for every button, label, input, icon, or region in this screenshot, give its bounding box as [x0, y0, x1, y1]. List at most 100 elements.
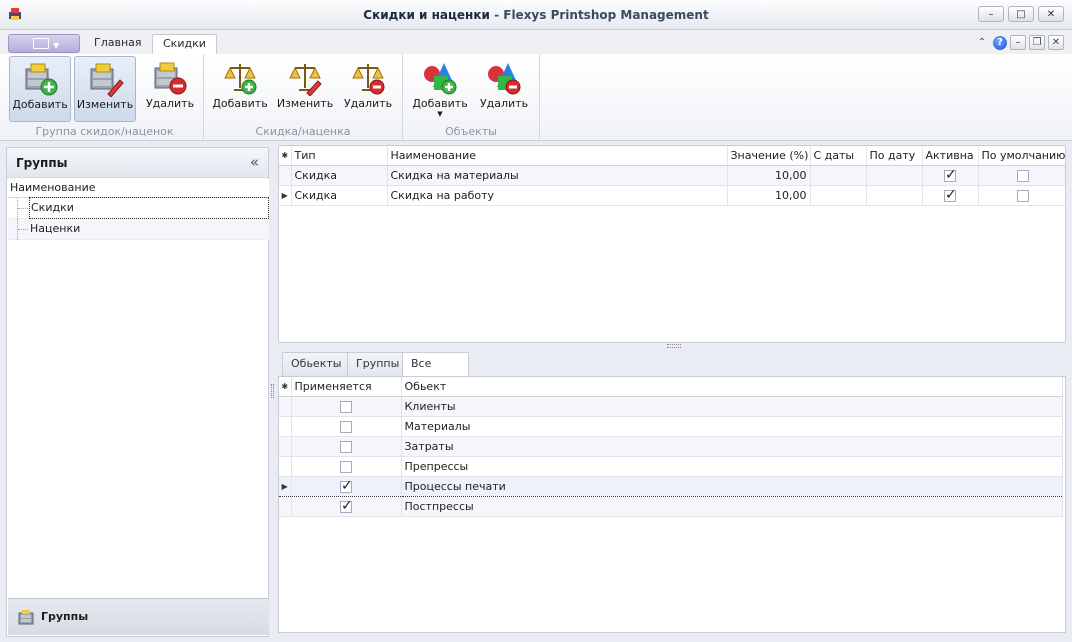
- cell-to-date[interactable]: [866, 185, 923, 206]
- help-icon[interactable]: ?: [993, 35, 1007, 50]
- scales-delete-icon: [352, 64, 385, 95]
- applied-checkbox[interactable]: [340, 478, 353, 494]
- current-row-indicator-icon: ▶: [279, 475, 292, 497]
- edit-group-label: Изменить: [76, 98, 134, 111]
- shapes-add-icon: [424, 63, 457, 95]
- cell-object[interactable]: Клиенты: [401, 396, 1063, 417]
- applied-checkbox[interactable]: [340, 440, 352, 453]
- cell-object[interactable]: Постпрессы: [401, 496, 1063, 517]
- cell-to-date[interactable]: [866, 165, 923, 186]
- delete-discount-button[interactable]: Удалить: [337, 56, 399, 122]
- table-row[interactable]: Клиенты: [279, 396, 1063, 417]
- row-indicator: [279, 456, 292, 477]
- tree-row-label: Наценки: [30, 222, 81, 235]
- table-row[interactable]: Материалы: [279, 416, 1063, 437]
- add-group-button[interactable]: Добавить: [9, 56, 71, 122]
- tree-row-markups[interactable]: Наценки: [8, 219, 269, 240]
- groups-nav-label: Группы: [41, 610, 89, 623]
- cell-object[interactable]: Процессы печати: [401, 475, 1063, 497]
- column-header-from-date[interactable]: С даты: [810, 146, 867, 166]
- cell-applied: [291, 436, 402, 457]
- cell-applied: [291, 456, 402, 477]
- default-checkbox[interactable]: [1016, 189, 1029, 202]
- table-row[interactable]: ▶ Скидка Скидка на работу 10,00: [279, 185, 1065, 206]
- column-header-name[interactable]: Наименование: [387, 146, 728, 166]
- cell-from-date[interactable]: [810, 185, 867, 206]
- cell-name[interactable]: Скидка на работу: [387, 185, 728, 206]
- edit-discount-label: Изменить: [276, 97, 334, 110]
- mdi-close-button[interactable]: ✕: [1048, 35, 1064, 50]
- ribbon-group-label: Объекты: [445, 125, 497, 138]
- add-object-label: Добавить: [412, 97, 468, 110]
- current-row-indicator-icon: ▶: [279, 185, 292, 206]
- active-checkbox[interactable]: [944, 167, 957, 183]
- column-header-object[interactable]: Обьект: [401, 377, 1063, 397]
- table-row[interactable]: Затраты: [279, 436, 1063, 457]
- cell-type[interactable]: Скидка: [291, 165, 388, 186]
- discounts-header-row: ✱ Тип Наименование Значение (%) С даты П…: [279, 146, 1065, 166]
- edit-group-button[interactable]: Изменить: [74, 56, 136, 122]
- groups-panel: Группы « Наименование Скидки Наценки Гру…: [6, 147, 269, 637]
- edit-discount-button[interactable]: Изменить: [274, 56, 336, 122]
- column-header-applied[interactable]: Применяется: [291, 377, 402, 397]
- column-header-default[interactable]: По умолчанию: [978, 146, 1065, 166]
- app-menu-icon: [33, 38, 49, 49]
- chevron-down-icon: ▼: [53, 41, 60, 50]
- mdi-minimize-button[interactable]: –: [1010, 35, 1026, 50]
- vertical-splitter[interactable]: [271, 384, 274, 398]
- cell-from-date[interactable]: [810, 165, 867, 186]
- horizontal-splitter[interactable]: [667, 344, 681, 348]
- cabinet-icon: [18, 610, 34, 625]
- cell-applied: [291, 416, 402, 437]
- delete-group-button[interactable]: Удалить: [139, 56, 201, 122]
- scales-add-icon: [224, 64, 257, 95]
- objects-grid: ✱ Применяется Обьект Клиенты Материалы З…: [278, 376, 1066, 633]
- ribbon-group-label: Скидка/наценка: [255, 125, 351, 138]
- delete-discount-label: Удалить: [343, 97, 393, 110]
- cell-value[interactable]: 10,00: [727, 165, 811, 186]
- groups-panel-header: Группы «: [7, 148, 268, 178]
- table-row[interactable]: Препрессы: [279, 456, 1063, 477]
- applied-checkbox[interactable]: [340, 400, 352, 413]
- column-header-active[interactable]: Активна: [922, 146, 979, 166]
- ribbon-group-discount-groups: Добавить Изменить Удалить Группа скидок/…: [6, 54, 204, 141]
- cell-value[interactable]: 10,00: [727, 185, 811, 206]
- cell-object[interactable]: Препрессы: [401, 456, 1063, 477]
- cell-type[interactable]: Скидка: [291, 185, 388, 206]
- maximize-button[interactable]: □: [1008, 6, 1034, 22]
- applied-checkbox[interactable]: [340, 498, 353, 514]
- column-header-to-date[interactable]: По дату: [866, 146, 923, 166]
- groups-column-header[interactable]: Наименование: [8, 179, 269, 198]
- application-menu-button[interactable]: ▼: [8, 34, 80, 53]
- tab-groups[interactable]: Группы: [347, 352, 409, 376]
- delete-object-button[interactable]: Удалить: [473, 56, 535, 122]
- applied-checkbox[interactable]: [340, 420, 352, 433]
- tree-row-discounts[interactable]: Скидки: [8, 197, 269, 219]
- collapse-ribbon-icon[interactable]: ⌃: [974, 35, 990, 50]
- tab-discounts[interactable]: Скидки: [152, 34, 217, 54]
- cell-name[interactable]: Скидка на материалы: [387, 165, 728, 186]
- column-header-type[interactable]: Тип: [291, 146, 388, 166]
- tab-objects[interactable]: Обьекты: [282, 352, 351, 376]
- collapse-panel-icon[interactable]: «: [250, 153, 259, 171]
- column-header-value[interactable]: Значение (%): [727, 146, 811, 166]
- table-row-current[interactable]: ▶ Процессы печати: [279, 475, 1063, 497]
- table-row[interactable]: Скидка Скидка на материалы 10,00: [279, 165, 1065, 186]
- table-row[interactable]: Постпрессы: [279, 496, 1063, 517]
- add-discount-button[interactable]: Добавить: [209, 56, 271, 122]
- cell-object[interactable]: Материалы: [401, 416, 1063, 437]
- minimize-button[interactable]: –: [978, 6, 1004, 22]
- close-button[interactable]: ✕: [1038, 6, 1064, 22]
- default-checkbox[interactable]: [1016, 169, 1029, 182]
- active-checkbox[interactable]: [944, 187, 957, 203]
- title-bar: Скидки и наценки - Flexys Printshop Mana…: [0, 0, 1072, 30]
- mdi-restore-button[interactable]: ❐: [1029, 35, 1045, 50]
- cell-object[interactable]: Затраты: [401, 436, 1063, 457]
- add-object-button[interactable]: Добавить ▼: [409, 56, 471, 122]
- applied-checkbox[interactable]: [340, 460, 352, 473]
- tab-all-objects[interactable]: Все обьекты: [402, 352, 469, 392]
- tab-home[interactable]: Главная: [84, 34, 152, 54]
- delete-group-label: Удалить: [145, 97, 195, 110]
- groups-nav-button[interactable]: Группы: [8, 598, 269, 635]
- discounts-grid: ✱ Тип Наименование Значение (%) С даты П…: [278, 145, 1066, 343]
